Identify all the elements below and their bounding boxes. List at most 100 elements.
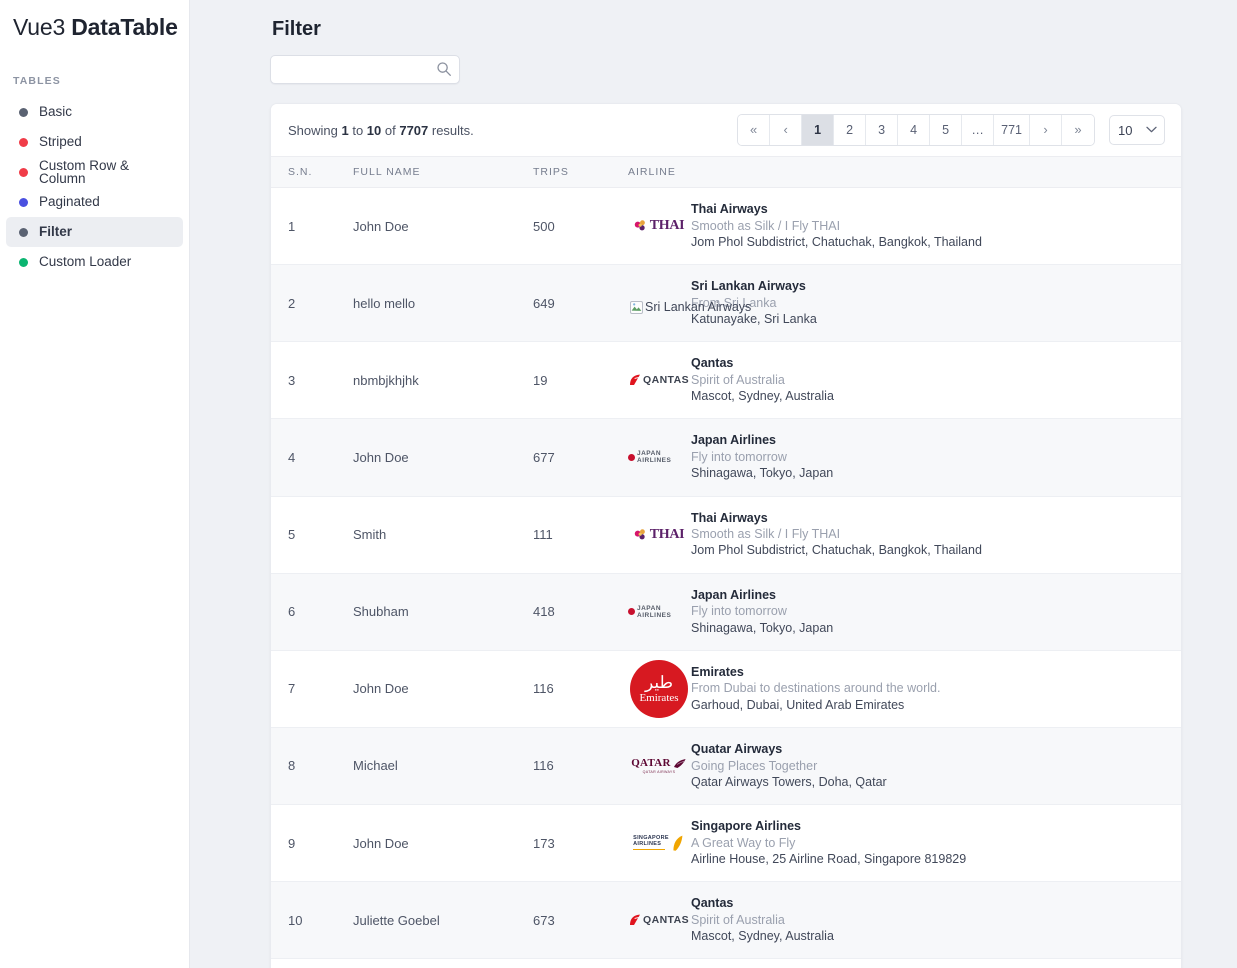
table-toolbar-bottom: Showing 1 to 10 of 7707 results. «‹12345… [271,958,1181,968]
airline-info: Qantas Spirit of Australia Mascot, Sydney,… [690,356,834,404]
airline-name: Emirates [691,664,744,679]
table-row: 6 Shubham 418 JAPAN AIRLINES Japan Airlines F… [271,573,1181,651]
thai-airways-logo: THAI [634,527,685,543]
main-content: Filter Showing 1 to 10 of 7707 results. … [190,0,1237,968]
airline-name: Thai Airways [691,510,768,525]
sidebar-item-label: Filter [39,224,73,240]
brand-bold: DataTable [71,14,178,40]
pagination-last-top[interactable]: » [1062,115,1094,145]
airline-logo-box: Sri Lankan Airways [628,279,751,327]
results-to: 10 [366,122,382,138]
sidebar-item-label: Basic [39,104,73,120]
sidebar-item-custom-row-column[interactable]: Custom Row & Column [6,157,183,187]
sidebar-item-paginated[interactable]: Paginated [6,187,183,217]
airline-cell: JAPAN AIRLINES Japan Airlines Fly into tom… [628,433,1165,481]
results-mid: to [348,122,367,138]
airline-name: Thai Airways [691,202,768,216]
airline-tagline: Spirit of Australia [691,912,785,927]
airline-info: Thai Airways Smooth as Silk / I Fly THAI J… [690,511,982,559]
pagination-prev-top[interactable]: ‹ [770,115,803,145]
sidebar-item-striped[interactable]: Striped [6,127,183,157]
column-header-name: FULL NAME [353,156,533,188]
airline-address: Jom Phol Subdistrict, Chatuchak, Bangkok… [691,543,982,558]
cell-trips: 677 [533,449,555,465]
app-root: Vue3 DataTable TABLES Basic Striped Custom… [0,0,1237,968]
thai-airways-logo: THAI [634,218,685,234]
sidebar-item-custom-loader[interactable]: Custom Loader [6,247,183,277]
cell-trips: 116 [533,681,554,697]
sidebar-item-filter[interactable]: Filter [6,217,183,247]
airline-info: Japan Airlines Fly into tomorrow Shinagawa… [690,588,833,636]
qantas-logo: QANTAS [629,914,689,926]
table-row: 5 Smith 111 THAI Thai Airways Smooth as Silk … [271,496,1181,574]
airline-tagline: Fly into tomorrow [691,450,787,464]
airline-address: Qatar Airways Towers, Doha, Qatar [691,774,887,789]
column-header-trips: TRIPS [533,156,628,188]
airline-address: Mascot, Sydney, Australia [691,389,834,404]
airline-name: Singapore Airlines [691,819,801,833]
airline-cell: SINGAPORE AIRLINES Singapore Airlines A Gre… [628,819,1165,867]
airline-tagline: Going Places Together [691,758,818,773]
pagination-page-771-top[interactable]: 771 [994,115,1030,145]
table-row: 9 John Doe 173 SINGAPORE AIRLINES Singapore A… [271,805,1181,882]
airline-info: Thai Airways Smooth as Silk / I Fly THAI J… [690,202,982,250]
cell-full-name: John Doe [353,218,409,234]
airline-address: Shinagawa, Tokyo, Japan [691,466,834,481]
brand-thin: Vue3 [13,14,72,40]
cell-sn: 5 [288,527,296,543]
airline-tagline: A Great Way to Fly [691,835,796,850]
pagination-page-1-top[interactable]: 1 [802,115,835,145]
search-box [270,55,460,84]
airline-cell: QANTAS Qantas Spirit of Australia Mascot, S… [628,896,1165,944]
cell-full-name: nbmbjkhjhk [353,372,419,388]
cell-full-name: Michael [353,758,398,774]
pagination-page-4-top[interactable]: 4 [898,115,931,145]
table-row: 7 John Doe 116 طیر Emirates Emirates From Duba… [271,650,1181,728]
table-row: 1 John Doe 500 THAI Thai Airways Smooth as Si… [271,188,1181,265]
airline-info: Japan Airlines Fly into tomorrow Shinagawa… [690,433,833,481]
airline-name: Sri Lankan Airways [691,279,806,294]
bullet-icon [19,107,28,117]
singapore-airlines-logo: SINGAPORE AIRLINES [633,835,685,851]
sidebar: Vue3 DataTable TABLES Basic Striped Custom… [0,0,190,968]
cell-airline: SINGAPORE AIRLINES Singapore Airlines A Gre… [628,805,1181,882]
cell-full-name: John Doe [353,681,409,697]
airline-info: Emirates From Dubai to destinations aroun… [690,665,940,713]
airline-logo-box: QANTAS [628,356,690,404]
airline-address: Shinagawa, Tokyo, Japan [691,620,834,635]
broken-image-alt-text: Sri Lankan Airways [645,300,752,315]
pagination-page-2-top[interactable]: 2 [834,115,867,145]
pagination-first-top[interactable]: « [738,115,771,145]
airline-tagline: Smooth as Silk / I Fly THAI [691,527,841,542]
airline-tagline: Spirit of Australia [691,372,785,387]
search-input[interactable] [270,55,460,84]
column-header-sn: S.N. [271,156,353,188]
airline-cell: JAPAN AIRLINES Japan Airlines Fly into tom… [628,588,1165,636]
table-body: 1 John Doe 500 THAI Thai Airways Smooth as Si… [271,188,1181,959]
airline-tagline: Smooth as Silk / I Fly THAI [691,218,841,233]
sidebar-item-label: Paginated [39,194,100,210]
cell-sn: 2 [288,295,296,311]
cell-airline: Sri Lankan Airways Sri Lankan Airways From… [628,265,1181,342]
table-header-row: S.N. FULL NAME TRIPS AIRLINE [271,156,1181,188]
cell-full-name: hello mello [353,295,416,311]
sidebar-item-basic[interactable]: Basic [6,97,183,127]
broken-image-icon: Sri Lankan Airways [630,300,751,314]
airline-cell: THAI Thai Airways Smooth as Silk / I Fly T… [628,202,1165,250]
cell-sn: 9 [288,835,296,851]
cell-trips: 500 [533,218,555,234]
cell-trips: 418 [533,604,555,620]
pagination-next-top[interactable]: › [1030,115,1062,145]
cell-full-name: Shubham [353,604,409,620]
emirates-logo: طیر Emirates [630,659,688,718]
pagination-ellipsis-top[interactable]: … [962,115,995,145]
pagination-page-5-top[interactable]: 5 [930,115,963,145]
cell-sn: 10 [288,912,303,928]
airline-address: Airline House, 25 Airline Road, Singapor… [691,851,967,866]
page-size-select[interactable]: 10 [1109,115,1165,145]
cell-airline: QANTAS Qantas Spirit of Australia Mascot, S… [628,342,1181,419]
pagination-page-3-top[interactable]: 3 [866,115,899,145]
table-row: 3 nbmbjkhjhk 19 QANTAS Qantas Spirit of Austr… [271,342,1181,419]
table-toolbar-top: Showing 1 to 10 of 7707 results. «‹ 1 2 3 4 5… [271,104,1181,156]
airline-name: Japan Airlines [691,433,776,448]
